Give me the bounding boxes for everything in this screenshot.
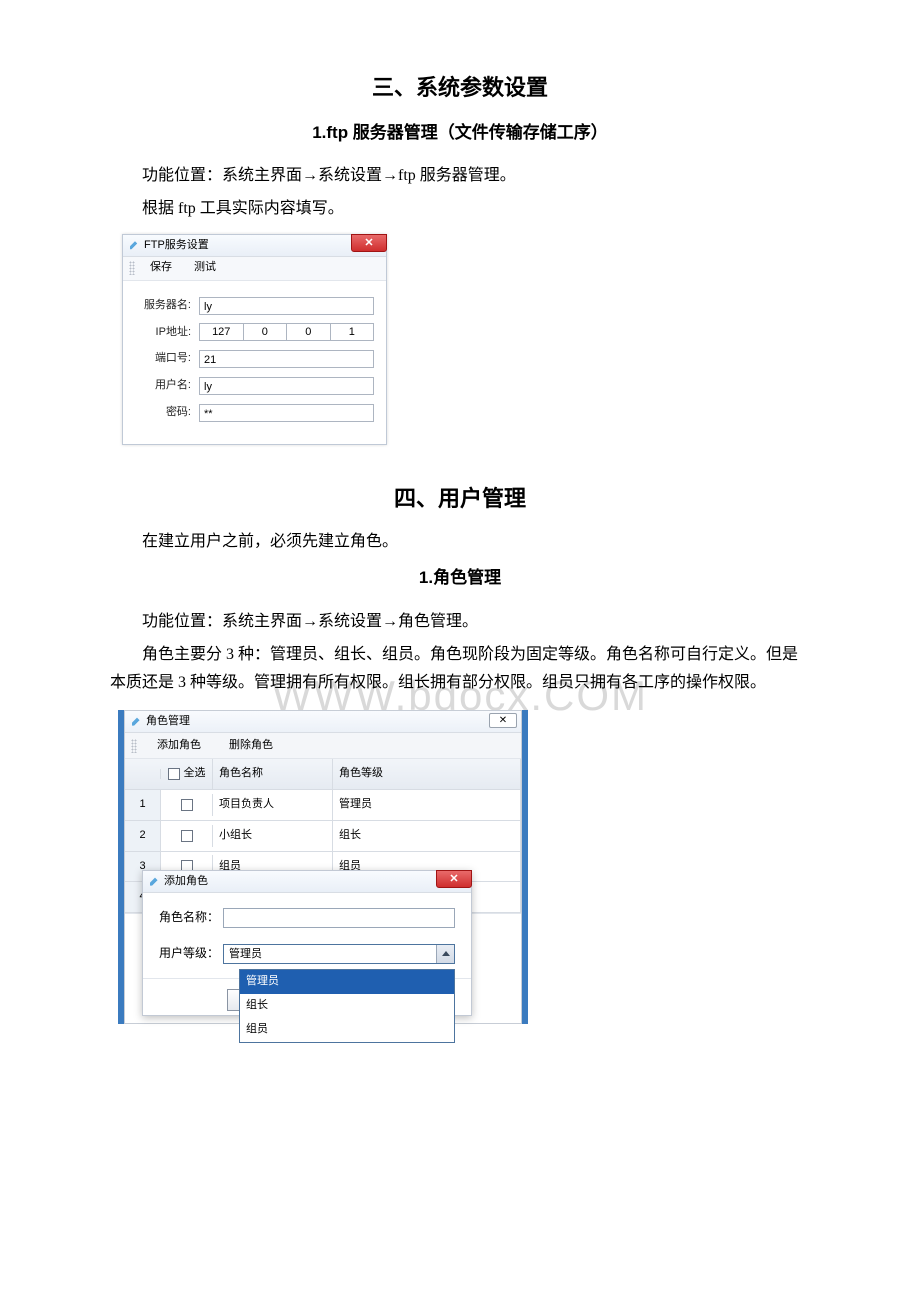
- add-role-window-title: 添加角色: [164, 872, 208, 892]
- ip-address-input[interactable]: 127 0 0 1: [199, 323, 374, 341]
- ftp-titlebar: FTP服务设置 ✕: [123, 235, 386, 257]
- delete-role-button[interactable]: 删除角色: [215, 734, 287, 758]
- s4-p1: 在建立用户之前，必须先建立角色。: [110, 528, 810, 557]
- row-index: 2: [125, 821, 161, 851]
- col-index: [125, 769, 161, 779]
- close-button[interactable]: ✕: [436, 870, 472, 888]
- user-level-label: 用户等级：: [159, 943, 223, 965]
- ftp-window-title: FTP服务设置: [144, 234, 209, 256]
- row-index: 1: [125, 790, 161, 820]
- role-name-label: 角色名称：: [159, 907, 223, 929]
- role-table-header: 全选 角色名称 角色等级: [125, 759, 521, 790]
- port-input[interactable]: 21: [199, 350, 374, 368]
- row-checkbox[interactable]: [181, 830, 193, 842]
- row-level: 组长: [333, 821, 521, 851]
- combo-selected-value: 管理员: [224, 945, 436, 963]
- dropdown-option[interactable]: 组长: [240, 994, 454, 1018]
- select-all-label: 全选: [184, 764, 206, 784]
- ftp-form: 服务器名: ly IP地址: 127 0 0 1 端口号: 21 用户名: ly: [123, 281, 386, 444]
- ftp-settings-dialog: FTP服务设置 ✕ 保存 测试 服务器名: ly IP地址: 127 0 0 1: [122, 234, 387, 445]
- user-level-dropdown[interactable]: 管理员 组长 组员: [239, 969, 455, 1042]
- col-role-name: 角色名称: [213, 759, 333, 789]
- row-name: 小组长: [213, 821, 333, 851]
- username-label: 用户名:: [135, 376, 191, 396]
- password-label: 密码:: [135, 403, 191, 423]
- s3-p1: 功能位置：系统主界面→系统设置→ftp 服务器管理。: [110, 162, 810, 191]
- port-label: 端口号:: [135, 349, 191, 369]
- section-4-1-title: 1.角色管理: [110, 563, 810, 594]
- server-label: 服务器名:: [135, 296, 191, 316]
- pencil-icon: [149, 877, 159, 887]
- select-all-checkbox[interactable]: [168, 768, 180, 780]
- close-button[interactable]: ✕: [351, 234, 387, 252]
- password-input[interactable]: **: [199, 404, 374, 422]
- row-level: 管理员: [333, 790, 521, 820]
- ip-seg-3[interactable]: 0: [286, 323, 330, 341]
- role-management-figure: 角色管理 ✕ 添加角色 删除角色 全选 角色名称 角色等级 1 项目负责: [118, 710, 528, 1024]
- row-checkbox[interactable]: [181, 799, 193, 811]
- test-button[interactable]: 测试: [185, 255, 225, 281]
- s3-p2: 根据 ftp 工具实际内容填写。: [110, 195, 810, 224]
- dropdown-option[interactable]: 组员: [240, 1018, 454, 1042]
- pencil-icon: [131, 717, 141, 727]
- role-name-input[interactable]: [223, 908, 455, 928]
- role-titlebar: 角色管理 ✕: [125, 711, 521, 733]
- role-window-title: 角色管理: [146, 712, 190, 732]
- server-name-input[interactable]: ly: [199, 297, 374, 315]
- save-button[interactable]: 保存: [141, 255, 181, 281]
- table-row[interactable]: 2 小组长 组长: [125, 821, 521, 852]
- s4-1-p1: 功能位置：系统主界面→系统设置→角色管理。: [110, 608, 810, 637]
- col-role-level: 角色等级: [333, 759, 521, 789]
- ip-seg-2[interactable]: 0: [243, 323, 287, 341]
- section-4-title: 四、用户管理: [110, 479, 810, 519]
- table-row[interactable]: 1 项目负责人 管理员: [125, 790, 521, 821]
- user-level-combobox[interactable]: 管理员: [223, 944, 455, 964]
- role-toolbar: 添加角色 删除角色: [125, 733, 521, 759]
- ftp-toolbar: 保存 测试: [123, 257, 386, 281]
- close-button[interactable]: ✕: [489, 713, 517, 728]
- add-role-button[interactable]: 添加角色: [143, 734, 215, 758]
- pencil-icon: [129, 240, 139, 250]
- section-3-title: 三、系统参数设置: [110, 68, 810, 108]
- ip-seg-1[interactable]: 127: [199, 323, 243, 341]
- toolbar-grip-icon: [129, 261, 135, 275]
- username-input[interactable]: ly: [199, 377, 374, 395]
- section-3-1-title: 1.ftp 服务器管理（文件传输存储工序）: [110, 118, 810, 149]
- dropdown-option[interactable]: 管理员: [240, 970, 454, 994]
- add-role-titlebar: 添加角色 ✕: [143, 871, 471, 893]
- col-select-all[interactable]: 全选: [161, 759, 213, 789]
- ip-label: IP地址:: [135, 323, 191, 343]
- chevron-up-icon[interactable]: [436, 945, 454, 963]
- toolbar-grip-icon: [131, 739, 137, 753]
- s4-1-p2: 角色主要分 3 种：管理员、组长、组员。角色现阶段为固定等级。角色名称可自行定义…: [110, 641, 810, 699]
- add-role-dialog: 添加角色 ✕ 角色名称： 用户等级： 管理员 管理员 组长: [142, 870, 472, 1016]
- ip-seg-4[interactable]: 1: [330, 323, 375, 341]
- row-name: 项目负责人: [213, 790, 333, 820]
